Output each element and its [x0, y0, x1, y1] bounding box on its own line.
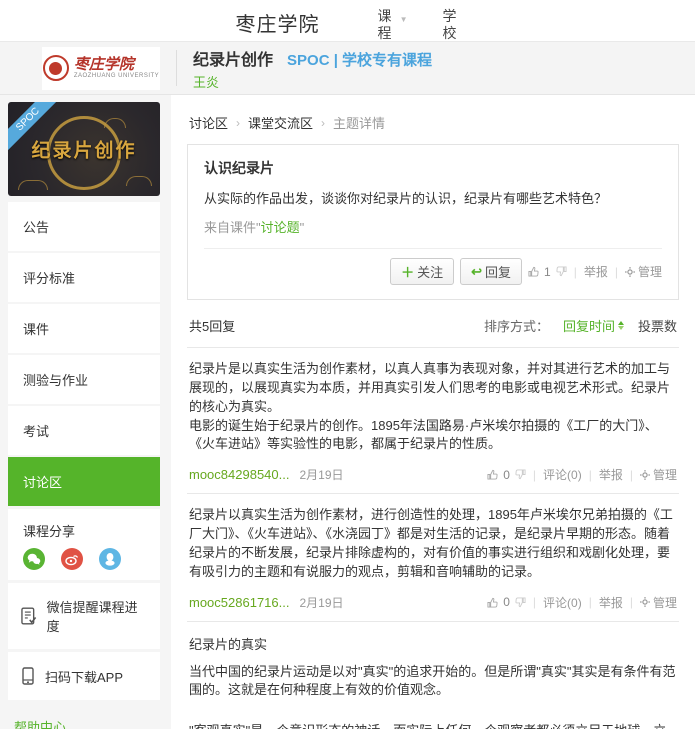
phone-icon: [20, 666, 36, 686]
comment-link[interactable]: 评论(0): [543, 466, 582, 483]
thumbnail-title: 纪录片创作: [8, 136, 160, 163]
reply-like-count: 0: [503, 595, 510, 609]
wechat-icon[interactable]: [23, 548, 45, 570]
top-nav: 枣庄学院 课程 ▼ 学校: [0, 0, 695, 42]
sidebar-item-grading[interactable]: 评分标准: [8, 253, 160, 302]
gear-icon: [640, 597, 650, 607]
reply-item: 纪录片的真实 当代中国的纪录片运动是以对"真实"的追求开始的。但是所谓"真实"其…: [187, 621, 679, 729]
gear-icon: [640, 470, 650, 480]
plus-icon: ＋: [401, 262, 414, 281]
breadcrumb-current: 主题详情: [333, 113, 385, 132]
thumb-up-icon[interactable]: [487, 469, 498, 480]
download-app-entry[interactable]: 扫码下载APP: [8, 652, 160, 700]
teacher-name[interactable]: 王炎: [193, 72, 432, 91]
sort-label: 排序方式：: [484, 316, 549, 335]
thumb-down-icon[interactable]: [515, 597, 526, 608]
reply-username[interactable]: mooc84298540...: [189, 467, 289, 482]
sidebar-item-exam[interactable]: 考试: [8, 406, 160, 455]
replies-header: 共5回复 排序方式： 回复时间 投票数: [187, 300, 679, 347]
reply-item: 纪录片以真实生活为创作素材，进行创造性的处理，1895年卢米埃尔兄弟拍摄的《工厂…: [187, 493, 679, 620]
university-brand[interactable]: 枣庄学院: [236, 8, 320, 37]
reply-button[interactable]: ↩回复: [460, 258, 522, 285]
breadcrumb-separator: ›: [321, 116, 325, 130]
topic-source: 来自课件"讨论题": [204, 217, 662, 249]
decor-cloud: [126, 176, 152, 186]
decor-cloud: [18, 180, 48, 190]
gear-icon: [625, 267, 635, 277]
weibo-icon[interactable]: [61, 548, 83, 570]
topic-body: 从实际的作品出发，谈谈你对纪录片的认识，纪录片有哪些艺术特色？: [204, 188, 662, 207]
sidebar-item-courseware[interactable]: 课件: [8, 304, 160, 353]
topic-like-count: 1: [544, 265, 551, 279]
report-link[interactable]: 举报: [599, 594, 623, 611]
manage-link[interactable]: 管理: [640, 594, 677, 611]
breadcrumb-board[interactable]: 课堂交流区: [248, 113, 313, 132]
reply-arrow-icon: ↩: [471, 264, 482, 280]
reply-title: 纪录片的真实: [189, 634, 677, 653]
thumb-down-icon[interactable]: [515, 469, 526, 480]
thumb-up-icon[interactable]: [487, 597, 498, 608]
divider: [176, 50, 177, 86]
sort-arrows-icon: [618, 321, 624, 330]
sort-by-votes[interactable]: 投票数: [638, 316, 677, 335]
qq-icon[interactable]: [99, 548, 121, 570]
reply-date: 2月19日: [299, 468, 343, 482]
sidebar-item-forum[interactable]: 讨论区: [8, 457, 160, 506]
follow-button[interactable]: ＋关注: [390, 258, 454, 285]
logo-title: 枣庄学院: [74, 56, 159, 73]
logo-subtitle: ZAOZHUANG UNIVERSITY: [74, 73, 159, 80]
sidebar-item-announcements[interactable]: 公告: [8, 202, 160, 251]
share-label: 课程分享: [23, 521, 145, 540]
reply-username[interactable]: mooc52861716...: [189, 595, 289, 610]
manage-link[interactable]: 管理: [640, 466, 677, 483]
breadcrumb: 讨论区 › 课堂交流区 › 主题详情: [187, 109, 679, 144]
manage-link[interactable]: 管理: [625, 263, 662, 280]
source-courseware-link[interactable]: 讨论题: [261, 220, 300, 235]
forum-main: 讨论区 › 课堂交流区 › 主题详情 认识纪录片 从实际的作品出发，谈谈你对纪录…: [171, 95, 695, 729]
help-center-link[interactable]: 帮助中心: [8, 703, 160, 729]
course-sidebar: 纪录片创作 SPOC 公告 评分标准 课件 测验与作业 考试 讨论区 课程分享: [8, 102, 160, 729]
reply-count: 共5回复: [189, 316, 235, 335]
wechat-reminder-entry[interactable]: 微信提醒课程进度: [8, 583, 160, 649]
topic-title: 认识纪录片: [204, 158, 662, 178]
thumb-down-icon[interactable]: [556, 266, 567, 277]
reply-item: 纪录片是以真实生活为创作素材，以真人真事为表现对象，并对其进行艺术的加工与展现的…: [187, 347, 679, 493]
breadcrumb-separator: ›: [236, 116, 240, 130]
nav-item-courses[interactable]: 课程 ▼: [378, 8, 395, 42]
reply-like-count: 0: [503, 468, 510, 482]
course-title: 纪录片创作: [193, 46, 273, 70]
nav-item-school[interactable]: 学校: [443, 8, 460, 42]
sort-by-time[interactable]: 回复时间: [563, 316, 624, 335]
course-thumbnail[interactable]: 纪录片创作 SPOC: [8, 102, 160, 196]
course-header: 枣庄学院 ZAOZHUANG UNIVERSITY 纪录片创作 SPOC | 学…: [0, 42, 695, 95]
report-link[interactable]: 举报: [584, 263, 608, 280]
university-crest-icon: [43, 55, 69, 81]
report-link[interactable]: 举报: [599, 466, 623, 483]
topic-card: 认识纪录片 从实际的作品出发，谈谈你对纪录片的认识，纪录片有哪些艺术特色？ 来自…: [187, 144, 679, 300]
chevron-down-icon: ▼: [400, 11, 408, 28]
university-logo[interactable]: 枣庄学院 ZAOZHUANG UNIVERSITY: [42, 47, 160, 90]
course-share-box: 课程分享: [8, 509, 160, 580]
reply-date: 2月19日: [299, 596, 343, 610]
sidebar-item-quiz[interactable]: 测验与作业: [8, 355, 160, 404]
comment-link[interactable]: 评论(0): [543, 594, 582, 611]
thumb-up-icon[interactable]: [528, 266, 539, 277]
breadcrumb-forum[interactable]: 讨论区: [189, 113, 228, 132]
course-type-badge: SPOC | 学校专有课程: [287, 49, 432, 70]
checklist-icon: [20, 606, 38, 626]
